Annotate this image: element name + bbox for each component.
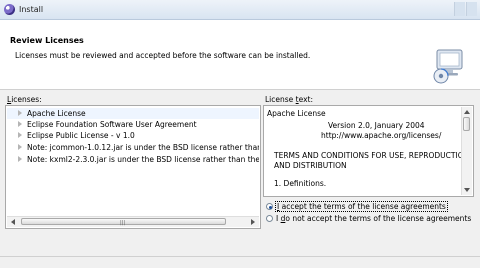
install-wizard-icon xyxy=(433,49,463,84)
window-title: Install xyxy=(19,5,44,14)
expand-arrow-icon[interactable] xyxy=(18,156,22,162)
radio-button-checked[interactable] xyxy=(266,203,273,210)
license-text-line: 1. Definitions. xyxy=(274,179,327,188)
license-text-line: http://www.apache.org/licenses/ xyxy=(321,131,442,140)
minimize-button[interactable] xyxy=(454,2,465,16)
decline-radio-label[interactable]: I do not accept the terms of the license… xyxy=(276,214,471,223)
title-bar[interactable]: Install xyxy=(0,0,480,20)
expand-arrow-icon[interactable] xyxy=(18,132,22,138)
accept-radio-label[interactable]: I accept the terms of the license agreem… xyxy=(275,201,448,212)
scrollbar-thumb[interactable]: ||| xyxy=(21,218,226,226)
license-item-epl[interactable]: Eclipse Public License - v 1.0 xyxy=(7,130,259,141)
scroll-up-arrow-icon[interactable] xyxy=(464,110,470,114)
eclipse-icon xyxy=(4,4,15,15)
page-description: Licenses must be reviewed and accepted b… xyxy=(15,51,311,60)
license-text-line: Apache License xyxy=(267,109,326,118)
scrollbar-thumb[interactable] xyxy=(463,117,470,131)
scroll-right-arrow-icon[interactable] xyxy=(251,219,255,225)
maximize-button[interactable] xyxy=(466,2,477,16)
expand-arrow-icon[interactable] xyxy=(18,144,22,150)
grip-icon: ||| xyxy=(120,220,126,226)
vertical-scrollbar[interactable] xyxy=(461,107,472,195)
license-item-jcommon-note[interactable]: Note: jcommon-1.0.12.jar is under the BS… xyxy=(7,142,259,153)
license-item-kxml2-note[interactable]: Note: kxml2-2.3.0.jar is under the BSD l… xyxy=(7,154,259,165)
horizontal-scrollbar[interactable]: ||| xyxy=(7,216,259,227)
license-text-line: TERMS AND CONDITIONS FOR USE, REPRODUCTI… xyxy=(274,151,472,160)
licenses-list[interactable]: Apache License Eclipse Foundation Softwa… xyxy=(5,105,261,229)
license-text-line: Version 2.0, January 2004 xyxy=(328,121,425,130)
scroll-down-arrow-icon[interactable] xyxy=(464,188,470,192)
license-item-eclipse-agreement[interactable]: Eclipse Foundation Software User Agreeme… xyxy=(7,119,259,130)
scroll-left-arrow-icon[interactable] xyxy=(11,219,15,225)
page-title: Review Licenses xyxy=(10,36,84,45)
expand-arrow-icon[interactable] xyxy=(18,121,22,127)
license-item-apache[interactable]: Apache License xyxy=(7,108,259,119)
license-text-area[interactable]: Apache License Version 2.0, January 2004… xyxy=(263,105,474,197)
expand-arrow-icon[interactable] xyxy=(18,110,22,116)
licenses-label: Licenses: xyxy=(7,95,42,104)
button-bar-separator xyxy=(0,256,480,257)
license-text-label: License text: xyxy=(265,95,314,104)
radio-button-unchecked[interactable] xyxy=(266,215,273,222)
license-text-line: AND DISTRIBUTION xyxy=(274,161,347,170)
